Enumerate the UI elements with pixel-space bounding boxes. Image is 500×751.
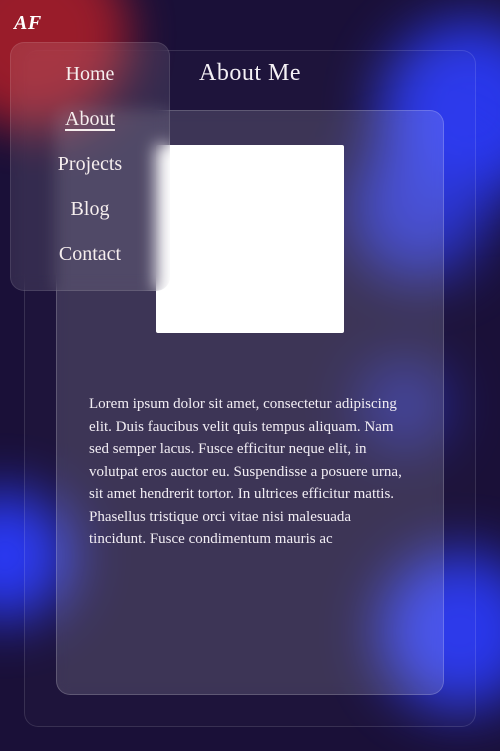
- nav-item-projects[interactable]: Projects: [58, 153, 122, 176]
- nav-item-about[interactable]: About: [65, 108, 115, 131]
- nav-item-blog[interactable]: Blog: [71, 198, 110, 221]
- nav-panel: Home About Projects Blog Contact: [10, 42, 170, 291]
- nav-item-contact[interactable]: Contact: [59, 243, 121, 266]
- profile-photo: [156, 145, 344, 333]
- site-logo[interactable]: AF: [14, 12, 42, 35]
- bio-text: Lorem ipsum dolor sit amet, consectetur …: [85, 393, 415, 551]
- nav-item-home[interactable]: Home: [66, 63, 115, 86]
